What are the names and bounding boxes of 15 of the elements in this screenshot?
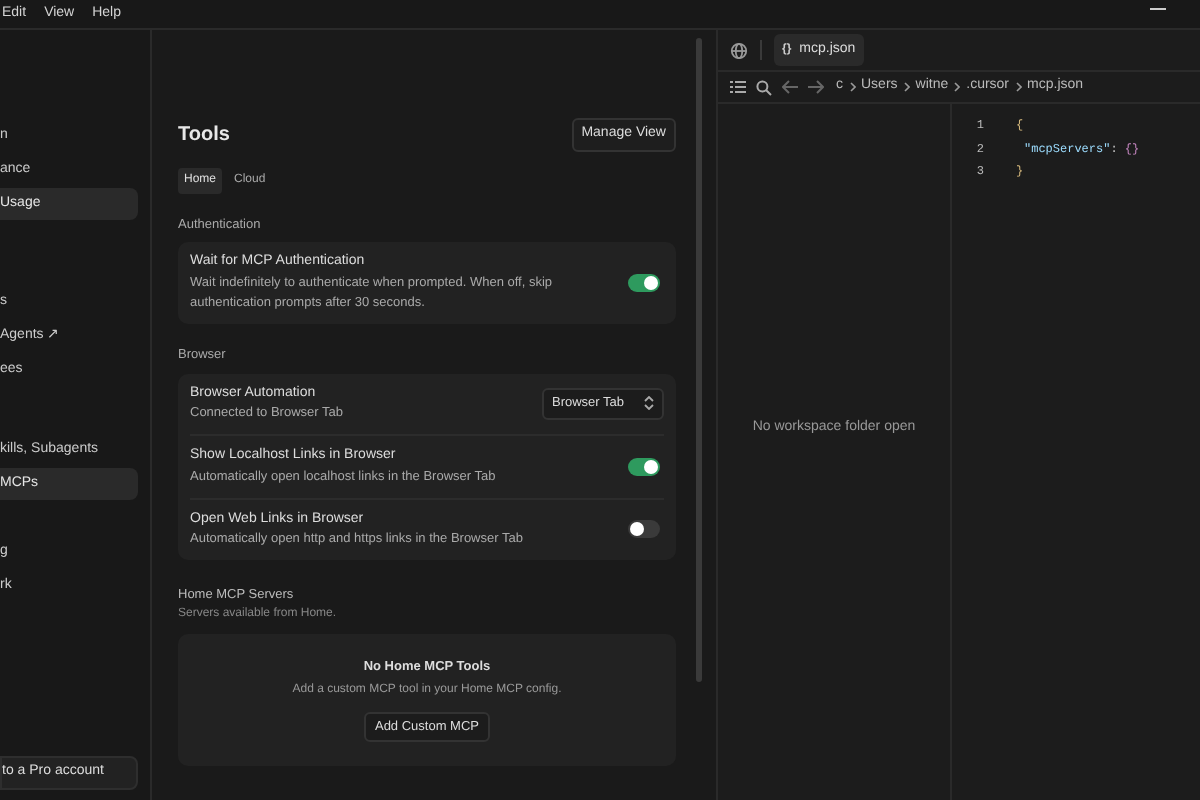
list-icon[interactable] — [730, 80, 746, 94]
chevron-updown-icon — [644, 396, 654, 411]
back-arrow-icon[interactable] — [782, 80, 798, 94]
chevron-right-icon — [903, 82, 910, 92]
toggle-switch[interactable] — [628, 274, 660, 292]
globe-icon[interactable] — [730, 41, 748, 59]
forward-arrow-icon[interactable] — [808, 80, 824, 94]
chevron-right-icon — [954, 82, 961, 92]
chevron-right-icon — [1015, 82, 1022, 92]
minimize-icon[interactable] — [1150, 8, 1166, 12]
search-icon[interactable] — [756, 79, 772, 95]
toggle-switch[interactable] — [628, 457, 660, 476]
chevron-right-icon — [849, 82, 855, 92]
toggle-switch[interactable] — [628, 520, 660, 539]
page-title: Tools — [178, 121, 230, 150]
